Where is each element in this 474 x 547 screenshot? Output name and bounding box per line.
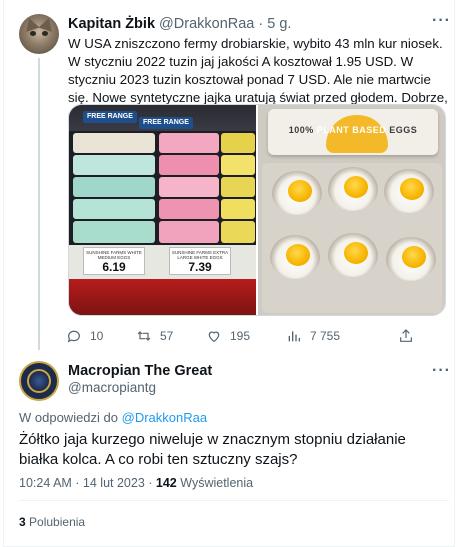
- reply-count: 10: [90, 329, 104, 343]
- reply-text: Żółtko jaja kurzego niweluje w znacznym …: [19, 431, 406, 468]
- views-icon: [288, 331, 300, 342]
- like-button[interactable]: 195: [206, 326, 250, 346]
- shelf-label: FREE RANGE: [83, 111, 137, 123]
- views-count: 7 755: [310, 329, 341, 343]
- author-name[interactable]: Kapitan Żbik: [68, 16, 155, 32]
- like-count: 195: [230, 329, 251, 343]
- plant-based-eggs-image[interactable]: 100% PLANT BASED EGGS: [258, 105, 445, 315]
- tweet-action-bar: 10 57 195 7 755: [66, 326, 446, 346]
- price-tag-value: 7.39: [188, 260, 212, 274]
- retweet-icon: [137, 331, 151, 341]
- reply-likes-label: Polubienia: [29, 515, 86, 529]
- retweet-count: 57: [160, 329, 174, 343]
- carton-lid: 100% PLANT BASED EGGS: [268, 109, 438, 155]
- like-icon: [208, 331, 220, 343]
- author-avatar[interactable]: [19, 14, 59, 54]
- reply-context: W odpowiedzi do @DrakkonRaa: [19, 409, 207, 427]
- reply-likes-count: 3: [19, 515, 26, 529]
- price-tag-caption: SUNSHINE FARMS EXTRA LARGE WHITE EGGS: [171, 250, 229, 260]
- price-tag-left: SUNSHINE FARMS WHITE MEDIUM EGGS 6.19: [83, 247, 145, 275]
- reply-author-name[interactable]: Macropian The Great: [68, 362, 212, 380]
- tweet-time[interactable]: 5 g.: [267, 16, 291, 32]
- carton-lid-text: 100% PLANT BASED EGGS: [288, 125, 418, 135]
- reply-meta: 10:24 AM · 14 lut 2023 · 142 Wyświetleni…: [19, 474, 253, 492]
- more-horizontal-icon[interactable]: ···: [432, 12, 451, 30]
- thread-connector-line: [38, 58, 40, 350]
- shelf-label: FREE RANGE: [139, 117, 193, 129]
- reply-button[interactable]: 10: [66, 326, 103, 346]
- price-tag-value: 6.19: [102, 260, 126, 274]
- share-button[interactable]: [398, 326, 414, 346]
- reply-author-handle[interactable]: @macropiantg: [68, 379, 156, 397]
- reply-to-link[interactable]: @DrakkonRaa: [122, 410, 207, 425]
- share-icon: [400, 329, 412, 342]
- price-tag-caption: SUNSHINE FARMS WHITE MEDIUM EGGS: [86, 250, 142, 260]
- retweet-button[interactable]: 57: [136, 326, 173, 346]
- price-tag-right: SUNSHINE FARMS EXTRA LARGE WHITE EGGS 7.…: [169, 247, 231, 275]
- tweet-thread-container: Kapitan Żbik @DrakkonRaa · 5 g. ··· W US…: [3, 0, 455, 547]
- reply-icon: [67, 330, 80, 343]
- divider: [19, 500, 449, 501]
- more-horizontal-icon[interactable]: ···: [432, 362, 451, 380]
- views-button[interactable]: 7 755: [286, 326, 340, 346]
- reply-views-count: 142: [155, 476, 177, 490]
- reply-views-label: Wyświetlenia: [180, 476, 254, 490]
- tweet-header: Kapitan Żbik @DrakkonRaa · 5 g.: [68, 14, 446, 34]
- header-separator: ·: [258, 16, 264, 32]
- reply-author-avatar[interactable]: [19, 361, 59, 401]
- egg-tray: [262, 163, 442, 313]
- tweet-media[interactable]: FREE RANGE FREE RANGE SUNSHINE FARMS WHI…: [68, 104, 446, 316]
- author-handle[interactable]: @DrakkonRaa: [159, 16, 254, 32]
- reply-to-prefix: W odpowiedzi do: [19, 410, 118, 425]
- supermarket-egg-shelf-image[interactable]: FREE RANGE FREE RANGE SUNSHINE FARMS WHI…: [69, 105, 256, 315]
- reply-likes[interactable]: 3 Polubienia: [19, 513, 85, 531]
- reply-timestamp[interactable]: 10:24 AM · 14 lut 2023 ·: [19, 476, 152, 490]
